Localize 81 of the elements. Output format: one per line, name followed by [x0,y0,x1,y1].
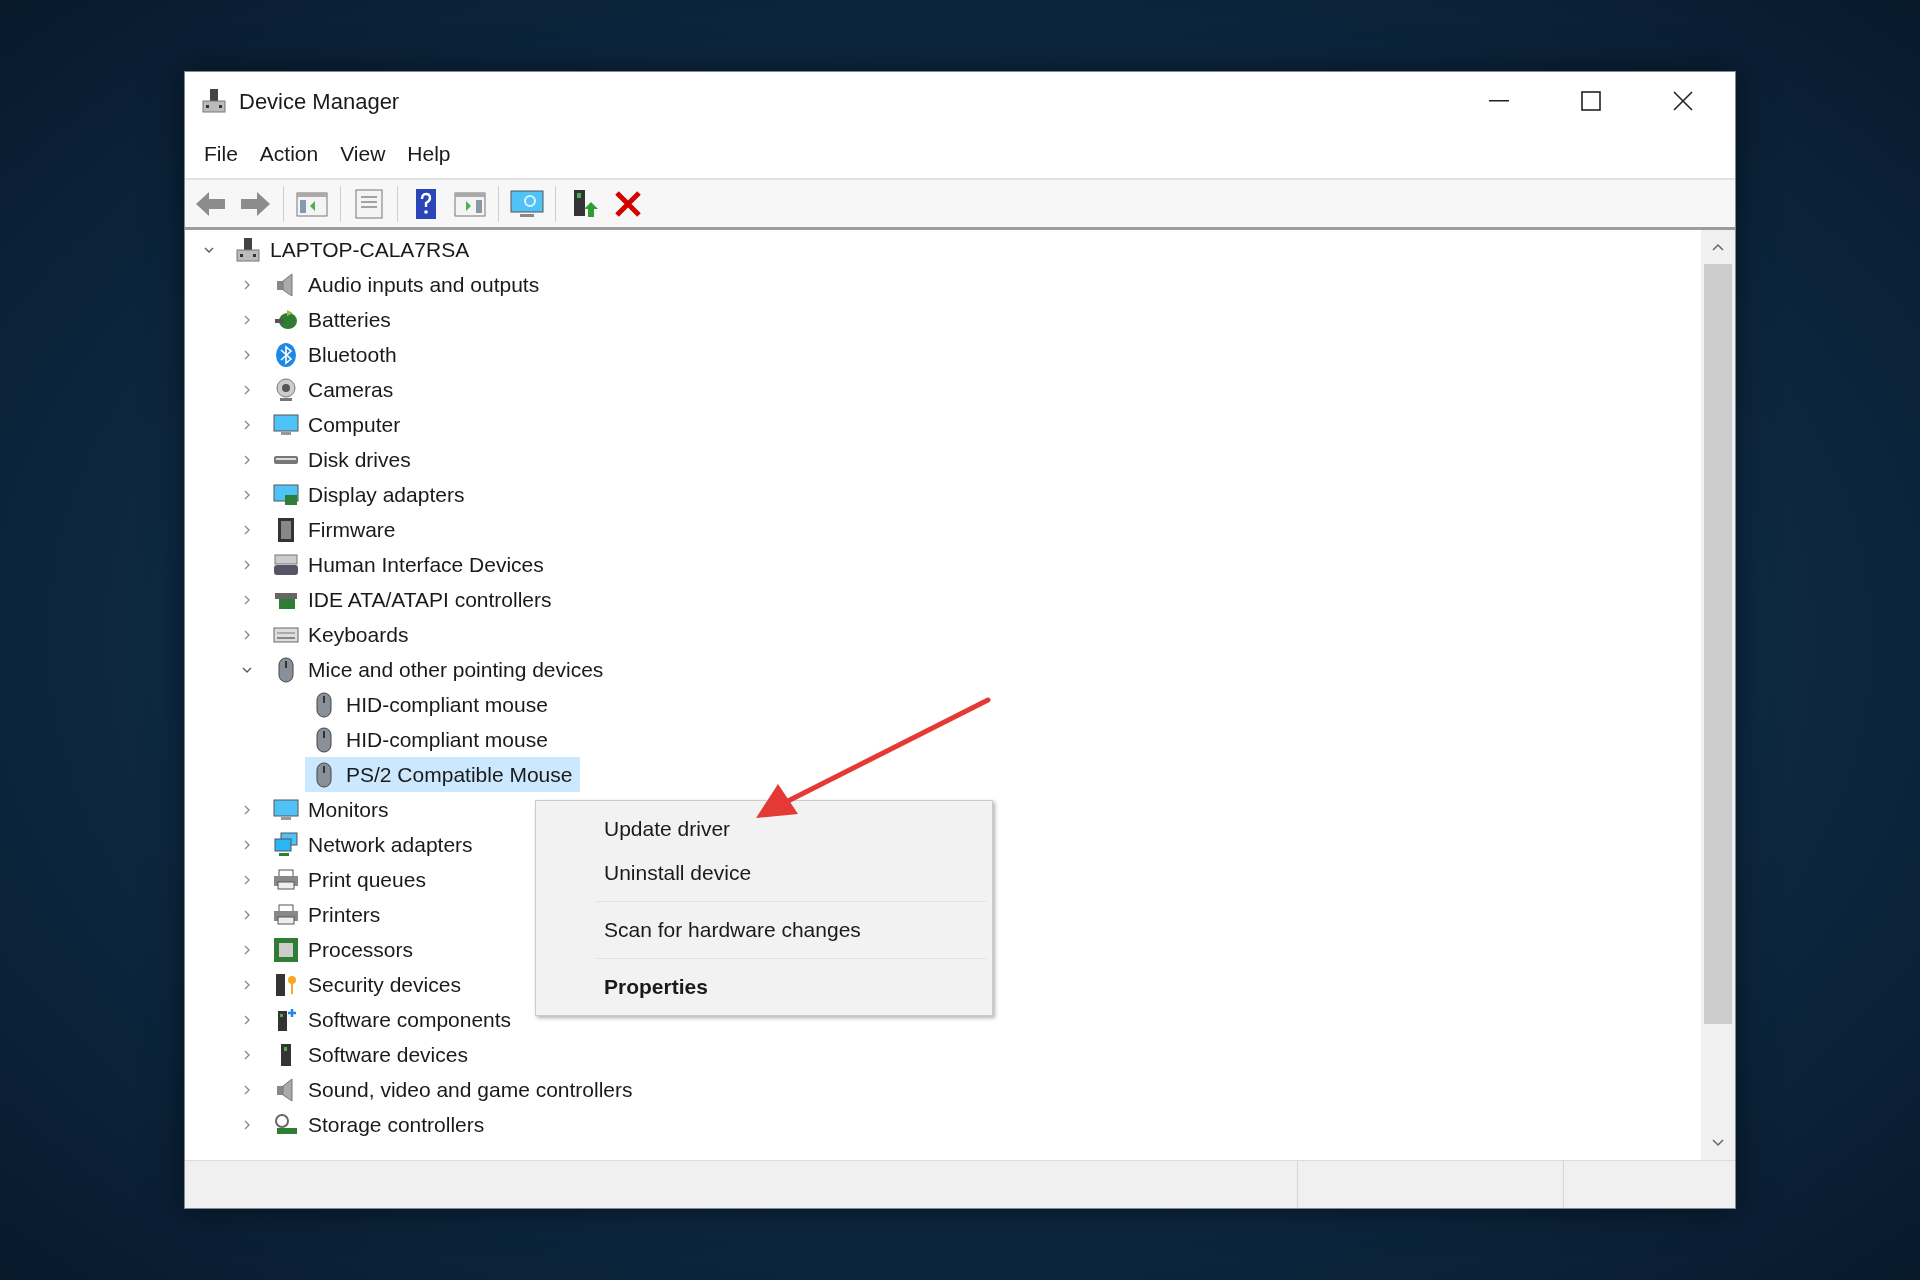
tree-item-label: Security devices [308,971,461,998]
tree-item-label: Keyboards [308,621,409,648]
tree-item[interactable]: Batteries [267,302,399,337]
tree-item[interactable]: HID-compliant mouse [305,687,556,722]
menu-item[interactable]: Help [398,134,460,174]
menu-item[interactable]: File [195,134,247,174]
tree-item[interactable]: Audio inputs and outputs [267,267,548,302]
tree-item[interactable]: Print queues [267,862,434,897]
tree-item-label: Human Interface Devices [308,551,544,578]
tree-item[interactable]: Security devices [267,967,469,1002]
tree-item-label: Network adapters [308,831,473,858]
tree-item[interactable]: HID-compliant mouse [305,722,556,757]
monitor-icon [273,796,299,823]
tree-item-label: Batteries [308,306,391,333]
tree-item[interactable]: Software components [267,1002,520,1037]
tree-item-label: Disk drives [308,446,411,473]
computer-tower-icon [235,236,261,263]
tree-item[interactable]: LAPTOP-CALA7RSA [229,232,478,267]
tree-item[interactable]: Software devices [267,1037,476,1072]
tree-item[interactable]: Monitors [267,792,397,827]
tree-item[interactable]: Firmware [267,512,404,547]
tree-item[interactable]: IDE ATA/ATAPI controllers [267,582,560,617]
printer-icon [273,901,299,928]
tree-item-label: LAPTOP-CALA7RSA [270,236,470,263]
minimize-icon [1489,100,1509,102]
tree-item[interactable]: Network adapters [267,827,481,862]
scrollbar-thumb[interactable] [1704,264,1732,1024]
tree-item[interactable]: Human Interface Devices [267,547,552,582]
tree-item[interactable]: Printers [267,897,389,932]
tree-item-label: HID-compliant mouse [346,691,548,718]
monitor-icon [273,411,299,438]
window-title: Device Manager [239,87,401,116]
tree-item-label: PS/2 Compatible Mouse [346,761,573,788]
context-menu-item[interactable]: Scan for hardware changes [536,908,992,952]
close-icon [1673,91,1693,111]
tree-item[interactable]: Computer [267,407,409,442]
tree-item[interactable]: Disk drives [267,442,419,477]
tree-item[interactable]: Processors [267,932,422,967]
tree-item-label: Sound, video and game controllers [308,1076,633,1103]
tree-item[interactable]: Sound, video and game controllers [267,1072,641,1107]
webcam-icon [273,376,299,403]
display-adapter-icon [273,481,299,508]
tree-item-label: Software devices [308,1041,468,1068]
computer-tower-icon [201,88,227,114]
bluetooth-icon [273,341,299,368]
tree-item-label: Computer [308,411,401,438]
tree-item-label: Monitors [308,796,389,823]
tree-item[interactable]: Display adapters [267,477,473,512]
tree-item-label: HID-compliant mouse [346,726,548,753]
tree-item-label: Processors [308,936,414,963]
maximize-icon [1581,91,1601,111]
tree-item-label: Mice and other pointing devices [308,656,604,683]
tree-item[interactable]: Keyboards [267,617,417,652]
tree-item[interactable]: PS/2 Compatible Mouse [305,757,581,792]
tree-item-label: Cameras [308,376,394,403]
tree-item-label: Storage controllers [308,1111,485,1138]
tree-item[interactable]: Mice and other pointing devices [267,652,612,687]
context-menu-item[interactable]: Update driver [536,807,992,851]
printer-icon [273,866,299,893]
tree-item-label: Printers [308,901,381,928]
scrollbar[interactable] [1701,230,1735,1160]
tree-item-label: Bluetooth [308,341,397,368]
tree-item-label: Print queues [308,866,426,893]
tree-item[interactable]: Bluetooth [267,337,405,372]
tree-item-label: IDE ATA/ATAPI controllers [308,586,552,613]
disk-drive-icon [273,454,299,465]
document-icon [352,186,386,221]
network-adapter-icon [273,831,299,858]
tree-item[interactable]: Cameras [267,372,402,407]
tree-item-label: Display adapters [308,481,465,508]
context-menu-item[interactable]: Properties [536,965,992,1009]
tree-item-label: Firmware [308,516,396,543]
tree-item-label: Audio inputs and outputs [308,271,540,298]
tree-item[interactable]: Storage controllers [267,1107,493,1142]
context-menu-item[interactable]: Uninstall device [536,851,992,895]
tree-item-label: Software components [308,1006,512,1033]
processor-icon [273,936,299,963]
menu-item[interactable]: View [331,134,395,174]
device-and-key-icon [273,971,299,998]
keyboard-and-controller-icon [273,551,299,578]
menu-item[interactable]: Action [250,134,328,174]
